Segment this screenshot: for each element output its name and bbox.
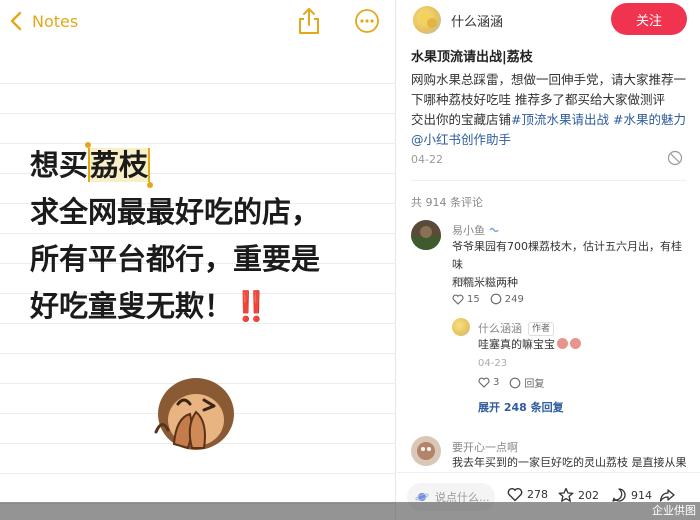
note-line: 所有平台都行，重要是	[30, 242, 321, 276]
reply-count: 249	[504, 293, 524, 305]
commenter-name[interactable]: 易小鱼	[452, 222, 499, 238]
note-body[interactable]: 想买 荔枝 求全网最最好吃的店， 所有平台都行，重要是 好吃童叟无欺！‼️	[30, 142, 390, 330]
post-date: 04-22	[411, 153, 443, 166]
watermark: 企业供图	[652, 504, 696, 517]
like-count: 278	[527, 488, 548, 501]
post-body-line: 网购水果总踩雷，想做一回伸手党，请大家推荐一	[411, 72, 687, 87]
heart-icon	[507, 488, 523, 502]
comment-text-line: 哇塞真的嘛宝宝	[478, 338, 555, 351]
hashtag-link[interactable]: #水果的魅力	[613, 112, 686, 127]
follow-button[interactable]: 关注	[611, 3, 687, 35]
chevron-left-icon	[10, 8, 30, 34]
comment-actions: 3 回复	[478, 375, 554, 390]
selection-handle-end[interactable]	[147, 182, 154, 188]
divider	[411, 180, 686, 181]
reply-label: 回复	[524, 379, 545, 390]
comment-bubble-icon	[612, 488, 626, 502]
like-count: 15	[467, 293, 480, 305]
wave-icon	[488, 227, 499, 233]
note-line: 好吃童叟无欺！‼️	[30, 289, 270, 323]
note-line: 想买 荔枝	[30, 142, 390, 189]
comment-text-line: 和糯米糍两种	[452, 276, 518, 289]
text-selection[interactable]: 荔枝	[85, 142, 154, 188]
avatar[interactable]	[413, 6, 441, 34]
comment-count-bottom: 914	[631, 488, 652, 502]
mention-link[interactable]: @小红书创作助手	[411, 132, 511, 147]
notes-panel: Notes 想买 荔枝 求全网最最好吃的店， 所有平台都行，重要是 好吃童叟无欺！…	[0, 0, 396, 520]
share-arrow-icon	[659, 489, 675, 502]
post-body-line: 下哪种荔枝好吃哇 推荐多了都买给大家做测评	[411, 92, 665, 107]
post-title: 水果顶流请出战|荔枝	[411, 50, 533, 65]
avatar[interactable]	[411, 436, 441, 466]
comment-actions: 15 249	[452, 293, 534, 305]
notes-back-button[interactable]: Notes	[10, 8, 78, 34]
post-panel: 什么涵涵 关注 水果顶流请出战|荔枝 网购水果总踩雷，想做一回伸手党，请大家推荐…	[397, 0, 700, 520]
expand-replies-button[interactable]: 展开 248 条回复	[478, 399, 564, 415]
reply-button[interactable]: 回复	[509, 375, 544, 390]
comment-date: 04-23	[478, 358, 508, 369]
post-body-text: 交出你的宝藏店铺	[411, 112, 512, 127]
heart-icon	[478, 377, 490, 388]
post-header: 什么涵涵 关注	[397, 0, 700, 40]
monkey-emoji-icon	[570, 338, 581, 349]
note-line: 求全网最最好吃的店，	[30, 195, 321, 229]
star-icon	[558, 487, 574, 502]
comment-text: 我去年买到的一家巨好吃的灵山荔枝 是直接从果	[452, 456, 687, 469]
author-badge: 作者	[528, 322, 555, 336]
monkey-covering-mouth-emoji-icon	[148, 374, 244, 454]
reply-button[interactable]: 249	[490, 293, 524, 305]
author-name[interactable]: 什么涵涵	[451, 11, 503, 30]
selection-handle-start[interactable]	[85, 142, 92, 148]
collect-button[interactable]: 202	[558, 487, 599, 503]
like-button[interactable]: 15	[452, 294, 480, 305]
avatar[interactable]	[452, 318, 470, 336]
comment-text-line: 爷爷果园有700棵荔枝木，估计五六月出，有桂味	[452, 240, 682, 271]
notes-back-label: Notes	[32, 11, 79, 31]
like-post-button[interactable]: 278	[507, 487, 548, 502]
commenter-name-text: 什么涵涵	[478, 322, 522, 335]
commenter-name[interactable]: 要开心一点啊	[452, 439, 518, 455]
share-icon[interactable]	[296, 6, 322, 36]
post-body: 网购水果总踩雷，想做一回伸手党，请大家推荐一 下哪种荔枝好吃哇 推荐多了都买给大…	[411, 70, 693, 150]
comment-text: 哇塞真的嘛宝宝	[478, 336, 688, 354]
dislike-icon[interactable]	[667, 150, 683, 166]
monkey-emoji-icon	[557, 338, 568, 349]
like-count: 3	[493, 377, 500, 388]
commenter-name[interactable]: 什么涵涵 作者	[478, 320, 555, 336]
comment-bubble-icon	[490, 293, 502, 305]
comment-bubble-icon	[510, 377, 521, 388]
selection-caret-start	[88, 148, 91, 182]
hashtag-link[interactable]: #顶流水果请出战	[511, 112, 609, 127]
like-button[interactable]: 3	[478, 377, 499, 388]
comment-date: 04-23	[452, 276, 482, 287]
comment-text: 爷爷果园有700棵荔枝木，估计五六月出，有桂味 和糯米糍两种	[452, 238, 692, 292]
commenter-name-text: 易小鱼	[452, 224, 485, 237]
selection-caret-end	[148, 148, 151, 182]
post-body-line: 交出你的宝藏店铺#顶流水果请出战 #水果的魅力	[411, 110, 693, 130]
watermark-bar	[0, 502, 700, 520]
share-button[interactable]	[659, 488, 679, 503]
post-body-line: @小红书创作助手	[411, 130, 693, 150]
selected-text: 荔枝	[90, 148, 149, 182]
avatar[interactable]	[411, 220, 441, 250]
comment-count: 共 914 条评论	[411, 196, 483, 209]
note-text-segment: 想买	[30, 148, 89, 182]
heart-icon	[452, 294, 464, 305]
more-options-icon[interactable]	[354, 8, 380, 34]
notes-toolbar: Notes	[0, 0, 395, 44]
comment-button[interactable]: 914	[611, 487, 652, 503]
star-count: 202	[578, 488, 599, 502]
